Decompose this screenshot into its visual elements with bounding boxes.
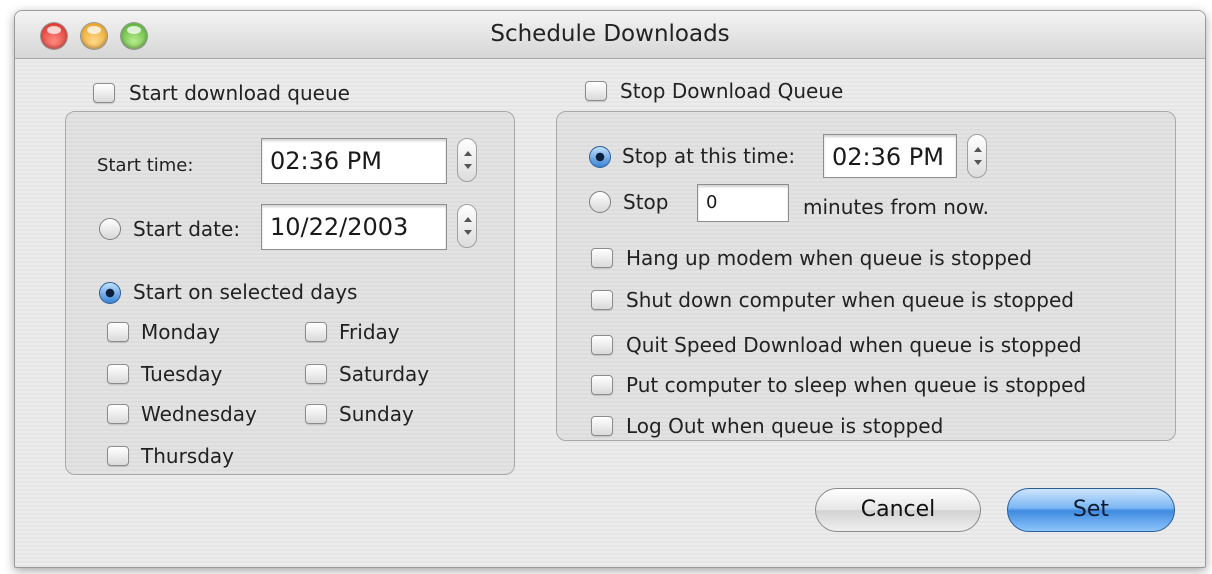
start-on-selected-days-label: Start on selected days <box>133 280 358 304</box>
start-time-label: Start time: <box>97 155 194 176</box>
cancel-button[interactable]: Cancel <box>815 488 981 532</box>
stop-minutes-field[interactable]: 0 <box>697 184 789 222</box>
stop-time-stepper[interactable] <box>967 134 987 178</box>
stop-download-queue-checkbox[interactable] <box>585 81 607 101</box>
wednesday-label: Wednesday <box>141 402 257 426</box>
log-out-label: Log Out when queue is stopped <box>626 414 944 438</box>
quit-speed-download-label: Quit Speed Download when queue is stoppe… <box>626 333 1082 357</box>
start-date-stepper[interactable] <box>457 204 477 248</box>
start-date-label: Start date: <box>133 217 241 241</box>
stop-minutes-radio[interactable] <box>589 191 611 213</box>
quit-speed-download-checkbox[interactable] <box>591 335 613 355</box>
hang-up-modem-label: Hang up modem when queue is stopped <box>626 246 1032 270</box>
set-button[interactable]: Set <box>1007 488 1175 532</box>
stepper-down-icon[interactable] <box>464 230 472 235</box>
tuesday-label: Tuesday <box>141 362 223 386</box>
minutes-from-now-label: minutes from now. <box>803 195 990 219</box>
shut-down-computer-checkbox[interactable] <box>591 290 613 310</box>
start-download-queue-label: Start download queue <box>129 81 350 105</box>
start-date-radio[interactable] <box>99 218 121 240</box>
sunday-label: Sunday <box>339 402 414 426</box>
monday-checkbox[interactable] <box>107 322 129 342</box>
wednesday-checkbox[interactable] <box>107 404 129 424</box>
stop-time-field[interactable]: 02:36 PM <box>823 134 957 178</box>
start-date-field[interactable]: 10/22/2003 <box>261 204 447 250</box>
stepper-up-icon[interactable] <box>464 217 472 222</box>
schedule-downloads-window: Schedule Downloads Start download queue … <box>14 10 1206 568</box>
stepper-down-icon[interactable] <box>974 160 982 165</box>
saturday-label: Saturday <box>339 362 430 386</box>
start-time-stepper[interactable] <box>457 138 477 182</box>
sunday-checkbox[interactable] <box>305 404 327 424</box>
stop-label: Stop <box>623 190 669 214</box>
stop-download-queue-label: Stop Download Queue <box>620 79 844 103</box>
log-out-checkbox[interactable] <box>591 416 613 436</box>
put-computer-to-sleep-checkbox[interactable] <box>591 375 613 395</box>
tuesday-checkbox[interactable] <box>107 364 129 384</box>
hang-up-modem-checkbox[interactable] <box>591 248 613 268</box>
thursday-checkbox[interactable] <box>107 446 129 466</box>
title-bar[interactable]: Schedule Downloads <box>15 11 1205 59</box>
put-computer-to-sleep-label: Put computer to sleep when queue is stop… <box>626 373 1087 397</box>
friday-label: Friday <box>339 320 400 344</box>
start-time-field[interactable]: 02:36 PM <box>261 138 447 184</box>
monday-label: Monday <box>141 320 220 344</box>
friday-checkbox[interactable] <box>305 322 327 342</box>
thursday-label: Thursday <box>141 444 234 468</box>
stepper-up-icon[interactable] <box>974 147 982 152</box>
start-on-selected-days-radio[interactable] <box>99 282 121 304</box>
stop-at-time-label: Stop at this time: <box>622 144 796 168</box>
saturday-checkbox[interactable] <box>305 364 327 384</box>
start-download-queue-checkbox[interactable] <box>93 83 115 103</box>
window-title: Schedule Downloads <box>490 21 730 47</box>
stop-at-time-radio[interactable] <box>589 146 611 168</box>
stepper-up-icon[interactable] <box>464 151 472 156</box>
stepper-down-icon[interactable] <box>464 164 472 169</box>
shut-down-computer-label: Shut down computer when queue is stopped <box>626 288 1074 312</box>
